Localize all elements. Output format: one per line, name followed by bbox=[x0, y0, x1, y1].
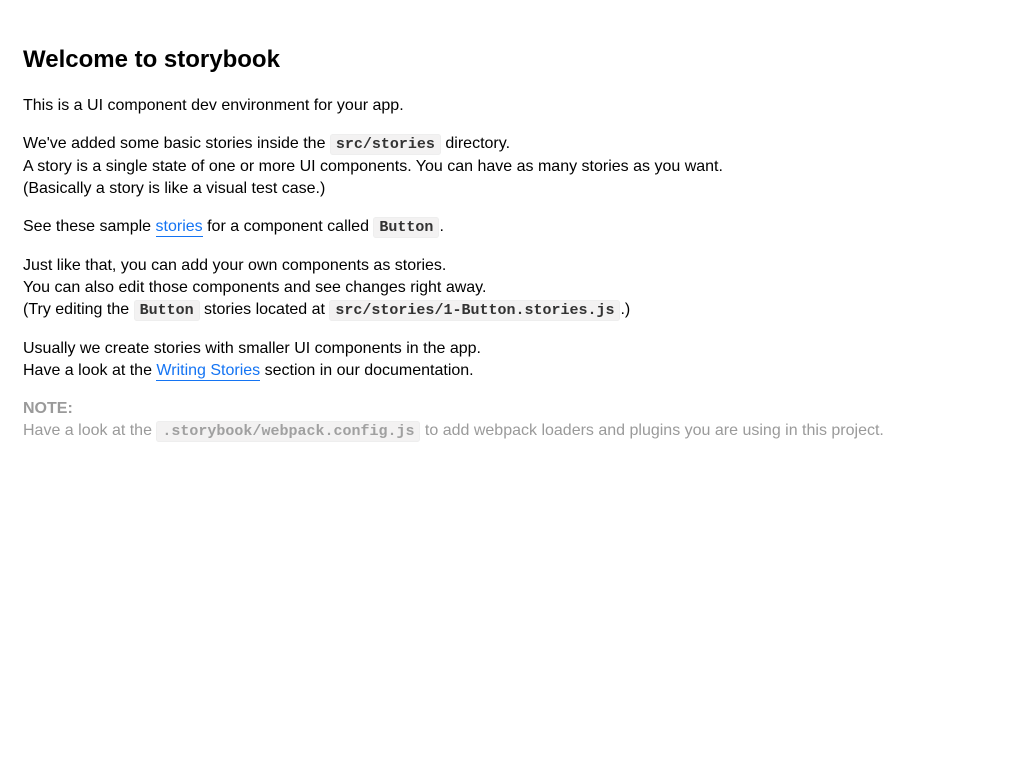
page-title: Welcome to storybook bbox=[23, 46, 280, 73]
button-code: Button bbox=[373, 217, 440, 238]
story-definition-text: A story is a single state of one or more… bbox=[23, 158, 723, 175]
own-text-line2: You can also edit those components and s… bbox=[23, 279, 487, 296]
stories-dir-code: src/stories bbox=[329, 134, 441, 155]
note-paragraph: NOTE: Have a look at the .storybook/webp… bbox=[23, 398, 884, 443]
own-text-line3-after: .) bbox=[620, 301, 631, 318]
stories-text-before: We've added some basic stories inside th… bbox=[23, 135, 330, 152]
intro-text: This is a UI component dev environment f… bbox=[23, 97, 404, 114]
story-test-case-text: (Basically a story is like a visual test… bbox=[23, 180, 326, 197]
writing-stories-link[interactable]: Writing Stories bbox=[156, 362, 261, 381]
sample-paragraph: See these sample stories for a component… bbox=[23, 216, 444, 239]
note-text-after: to add webpack loaders and plugins you a… bbox=[420, 422, 884, 439]
own-components-paragraph: Just like that, you can add your own com… bbox=[23, 255, 630, 322]
usually-text-after: section in our documentation. bbox=[260, 362, 474, 379]
webpack-config-code: .storybook/webpack.config.js bbox=[156, 421, 421, 442]
intro-paragraph: This is a UI component dev environment f… bbox=[23, 95, 404, 117]
usually-paragraph: Usually we create stories with smaller U… bbox=[23, 338, 481, 382]
note-label: NOTE: bbox=[23, 400, 73, 417]
note-text-before: Have a look at the bbox=[23, 422, 157, 439]
own-text-line3-before: (Try editing the bbox=[23, 301, 134, 318]
button-stories-path-code: src/stories/1-Button.stories.js bbox=[329, 300, 621, 321]
stories-paragraph: We've added some basic stories inside th… bbox=[23, 133, 723, 200]
sample-text-before: See these sample bbox=[23, 218, 156, 235]
usually-text-before: Have a look at the bbox=[23, 362, 157, 379]
own-text-line3-middle: stories located at bbox=[199, 301, 330, 318]
stories-link[interactable]: stories bbox=[155, 218, 203, 237]
button-code-2: Button bbox=[133, 300, 200, 321]
stories-text-after: directory. bbox=[440, 135, 511, 152]
usually-text-line1: Usually we create stories with smaller U… bbox=[23, 340, 481, 357]
sample-text-middle: for a component called bbox=[202, 218, 374, 235]
sample-text-after: . bbox=[439, 218, 444, 235]
own-text-line1: Just like that, you can add your own com… bbox=[23, 257, 447, 274]
